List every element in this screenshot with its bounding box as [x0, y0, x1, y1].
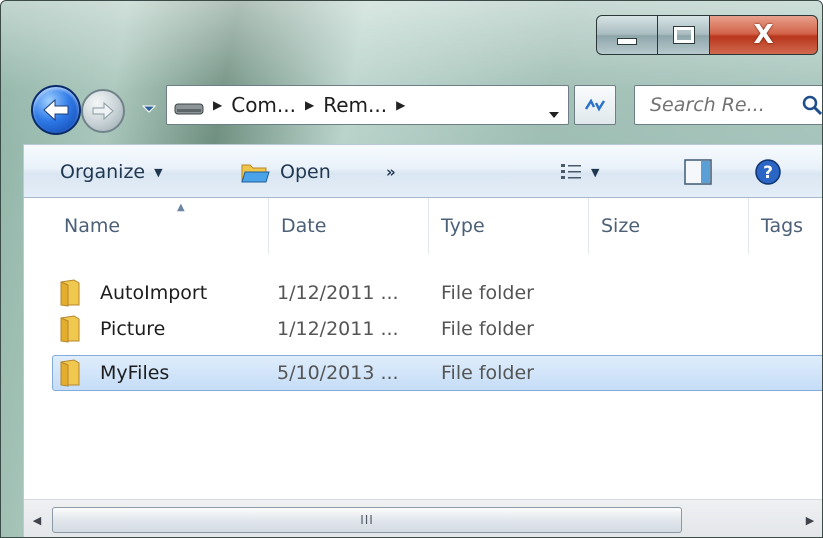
column-header-size[interactable]: Size — [589, 198, 749, 254]
chevron-down-icon — [549, 112, 559, 118]
folder-icon — [59, 275, 81, 311]
organize-button[interactable]: Organize ▼ — [60, 145, 163, 199]
forward-arrow-icon — [92, 101, 114, 121]
chevron-down-icon: ▼ — [154, 165, 163, 179]
folder-icon — [59, 311, 81, 347]
horizontal-scrollbar[interactable]: ◀ III ▶ — [24, 499, 822, 537]
recent-pages-dropdown[interactable] — [141, 101, 157, 117]
file-name: MyFiles — [100, 362, 170, 384]
chevron-down-icon: ▼ — [591, 165, 600, 179]
preview-pane-button[interactable] — [684, 145, 712, 199]
back-button[interactable] — [31, 85, 81, 135]
scrollbar-grip: III — [360, 513, 374, 527]
table-row[interactable]: AutoImport 1/12/2011 ... File folder — [24, 275, 822, 311]
column-header-type[interactable]: Type — [429, 198, 589, 254]
file-date: 1/12/2011 ... — [277, 282, 399, 304]
close-button[interactable]: X — [710, 15, 818, 55]
open-folder-icon — [241, 164, 270, 183]
maximize-button[interactable] — [658, 15, 710, 55]
scroll-left-icon: ◀ — [32, 513, 42, 527]
scroll-left-button[interactable]: ◀ — [26, 508, 48, 532]
maximize-icon — [672, 26, 695, 44]
help-icon: ? — [755, 159, 781, 185]
scroll-right-button[interactable]: ▶ — [799, 508, 821, 532]
search-icon — [802, 95, 822, 116]
file-name: Picture — [100, 318, 166, 340]
breadcrumb-computer[interactable]: Com... — [231, 93, 296, 117]
explorer-window: X ▶ Com... ▶ Rem... ▶ Search Re... Organ… — [0, 0, 823, 538]
file-date: 5/10/2013 ... — [277, 362, 399, 384]
command-bar: Organize ▼ Open » ▼ ? — [23, 144, 822, 199]
folder-icon — [59, 355, 81, 391]
column-header-size-label: Size — [601, 215, 641, 237]
chevron-down-icon — [142, 105, 156, 113]
file-type: File folder — [441, 362, 534, 384]
column-header-date-label: Date — [281, 215, 327, 237]
scrollbar-thumb[interactable]: III — [52, 507, 682, 533]
change-view-button[interactable]: ▼ — [560, 145, 599, 199]
table-row[interactable]: Picture 1/12/2011 ... File folder — [24, 311, 822, 347]
file-date: 1/12/2011 ... — [277, 318, 399, 340]
drive-icon — [174, 103, 204, 115]
breadcrumb-removable-disk[interactable]: Rem... — [323, 93, 387, 117]
organize-label: Organize — [60, 161, 146, 183]
open-button[interactable]: Open — [240, 145, 331, 199]
breadcrumb-separator-icon[interactable]: ▶ — [213, 98, 222, 112]
minimize-icon — [617, 37, 637, 45]
sort-ascending-icon: ▲ — [177, 202, 185, 213]
svg-text:?: ? — [763, 163, 773, 183]
column-header-tags[interactable]: Tags — [749, 198, 822, 254]
close-icon: X — [753, 20, 774, 50]
file-list: ▲ Name Date Type Size Tags AutoImport 1/… — [23, 198, 822, 537]
column-header-name-label: Name — [64, 215, 121, 237]
column-header-type-label: Type — [441, 215, 485, 237]
minimize-button[interactable] — [596, 15, 658, 55]
file-type: File folder — [441, 318, 534, 340]
address-bar[interactable]: ▶ Com... ▶ Rem... ▶ — [166, 85, 569, 125]
open-label: Open — [280, 161, 331, 183]
table-row[interactable]: MyFiles 5/10/2013 ... File folder — [24, 355, 822, 391]
breadcrumb-separator-icon[interactable]: ▶ — [396, 98, 405, 112]
scroll-right-icon: ▶ — [805, 513, 815, 527]
help-button[interactable]: ? — [754, 145, 782, 199]
search-input[interactable] — [650, 94, 800, 116]
preview-pane-icon — [684, 159, 712, 185]
refresh-icon — [584, 98, 606, 112]
breadcrumb-separator-icon[interactable]: ▶ — [305, 98, 314, 112]
column-headers: ▲ Name Date Type Size Tags — [24, 198, 822, 254]
file-name: AutoImport — [100, 282, 208, 304]
file-type: File folder — [441, 282, 534, 304]
search-box[interactable] — [634, 85, 822, 125]
address-dropdown[interactable] — [548, 100, 560, 124]
column-header-name[interactable]: ▲ Name — [52, 198, 269, 254]
views-list-icon — [561, 164, 581, 179]
forward-button[interactable] — [81, 89, 125, 133]
window-controls: X — [596, 15, 818, 55]
more-commands-button[interactable]: » — [386, 145, 396, 199]
refresh-button[interactable] — [574, 85, 616, 125]
back-arrow-icon — [43, 98, 69, 122]
more-label: » — [386, 163, 396, 181]
column-header-tags-label: Tags — [761, 215, 804, 237]
column-header-date[interactable]: Date — [269, 198, 429, 254]
